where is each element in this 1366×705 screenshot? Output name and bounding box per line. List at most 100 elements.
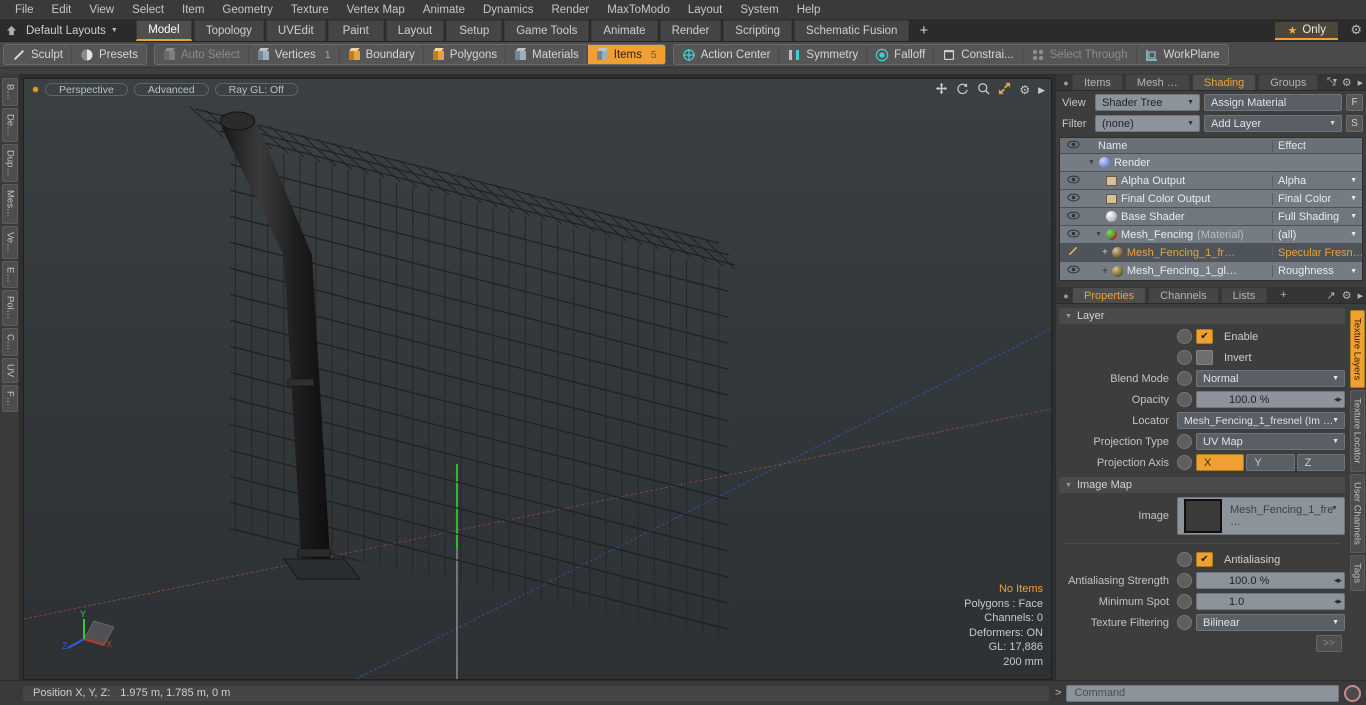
invert-anim-dot[interactable] [1177,350,1192,365]
gear-icon[interactable]: ⚙ [1342,289,1352,302]
menu-item-edit[interactable]: Edit [43,0,81,20]
menu-item-system[interactable]: System [731,0,787,20]
tab-items[interactable]: Items [1072,74,1123,90]
table-row[interactable]: Alpha Output Alpha ▼ [1060,172,1362,190]
left-rail-tab-edge[interactable]: E… [1,260,18,289]
menu-item-geometry[interactable]: Geometry [213,0,282,20]
axis-y-button[interactable]: Y [1246,454,1295,471]
row-visibility-toggle[interactable] [1060,211,1086,223]
more-options-button[interactable]: >> [1316,635,1342,652]
invert-checkbox[interactable]: ✔ [1196,350,1213,365]
left-rail-tab-basic[interactable]: B… [1,78,18,106]
expander-icon[interactable]: ▼ [1088,159,1095,166]
projection-axis-anim-dot[interactable] [1177,455,1192,470]
default-layouts-dropdown[interactable]: Default Layouts ▼ [22,20,128,41]
viewport-raygl-dropdown[interactable]: Ray GL: Off [214,82,298,96]
presets-button[interactable]: Presets [72,45,146,64]
row-edit-toggle[interactable] [1060,245,1086,260]
menu-item-texture[interactable]: Texture [282,0,338,20]
opacity-anim-dot[interactable] [1177,392,1192,407]
add-tab-button[interactable]: + [911,20,936,41]
vertices-button[interactable]: Vertices 1 [249,45,340,64]
row-visibility-toggle[interactable] [1060,229,1086,241]
tab-groups[interactable]: Groups [1258,74,1319,90]
expander-icon[interactable]: + [1102,247,1108,258]
left-rail-tab-mesh[interactable]: Mes… [1,184,18,224]
fit-icon[interactable] [998,82,1011,98]
assign-material-button[interactable]: Assign Material [1204,94,1342,111]
menu-item-help[interactable]: Help [788,0,830,20]
menu-item-select[interactable]: Select [123,0,173,20]
row-effect-cell[interactable]: Alpha ▼ [1272,174,1362,187]
image-map-section-header[interactable]: ▼ Image Map [1059,477,1345,493]
shader-view-dropdown[interactable]: Shader Tree ▼ [1095,94,1200,111]
3d-viewport[interactable]: Perspective Advanced Ray GL: Off ⚙ ▶ X Y… [23,78,1052,680]
tab-render[interactable]: Render [659,20,722,41]
tab-topology[interactable]: Topology [193,20,264,41]
axis-z-button[interactable]: Z [1296,454,1345,471]
left-rail-tab-fusion[interactable]: F… [1,385,18,413]
constraint-button[interactable]: Constrai... [934,45,1023,64]
viewport-menu-dot-icon[interactable] [32,85,39,93]
move-icon[interactable] [935,82,948,98]
menu-item-item[interactable]: Item [173,0,213,20]
f-button[interactable]: F [1346,94,1363,111]
menu-item-animate[interactable]: Animate [414,0,474,20]
symmetry-button[interactable]: Symmetry [779,45,868,64]
tab-game-tools[interactable]: Game Tools [504,20,590,41]
projection-type-dropdown[interactable]: UV Map ▼ [1196,433,1345,450]
image-thumbnail[interactable] [1184,499,1222,533]
left-rail-tab-polygon[interactable]: Pol… [1,290,18,326]
enable-checkbox[interactable]: ✔ [1196,329,1213,344]
antialiasing-checkbox[interactable]: ✔ [1196,552,1213,567]
action-center-button[interactable]: Action Center [674,45,780,64]
projection-type-anim-dot[interactable] [1177,434,1192,449]
play-icon[interactable]: ▶ [1038,85,1045,96]
home-icon[interactable] [0,20,22,41]
spinner-icon[interactable]: ◂▸ [1334,394,1342,405]
aa-strength-anim-dot[interactable] [1177,573,1192,588]
s-button[interactable]: S [1346,115,1363,132]
tab-setup[interactable]: Setup [446,20,503,41]
aa-strength-input[interactable]: 100.0 % ◂▸ [1196,572,1345,589]
spinner-icon[interactable]: ◂▸ [1334,575,1342,586]
side-tab-texture-locator[interactable]: Texture Locator [1349,390,1365,472]
tab-shading[interactable]: Shading [1191,74,1257,90]
zoom-icon[interactable] [977,82,990,98]
falloff-button[interactable]: Falloff [867,45,935,64]
menu-item-view[interactable]: View [80,0,123,20]
expand-icon[interactable]: ⤡ [1327,76,1336,89]
polygons-button[interactable]: Polygons [424,45,507,64]
tab-channels[interactable]: Channels [1148,287,1219,303]
menu-item-render[interactable]: Render [542,0,598,20]
more-icon[interactable]: ▶ [1358,79,1363,87]
blend-mode-anim-dot[interactable] [1177,371,1192,386]
table-row[interactable]: ▼ Mesh_Fencing (Material) (all) ▼ [1060,226,1362,244]
expand-icon[interactable]: ↗ [1327,289,1336,302]
antialiasing-anim-dot[interactable] [1177,552,1192,567]
minimum-spot-input[interactable]: 1.0 ◂▸ [1196,593,1345,610]
tab-paint[interactable]: Paint [327,20,384,41]
tab-lists[interactable]: Lists [1220,287,1268,303]
spinner-icon[interactable]: ◂▸ [1334,596,1342,607]
texture-filtering-anim-dot[interactable] [1177,615,1192,630]
sculpt-button[interactable]: Sculpt [4,45,72,64]
gear-icon[interactable]: ⚙ [1019,83,1030,97]
only-toggle-button[interactable]: ★ Only [1275,22,1338,40]
panel-menu-icon[interactable]: ● [1060,78,1072,90]
table-row[interactable]: + Mesh_Fencing_1_gl… Roughness ▼ [1060,262,1362,280]
tab-model[interactable]: Model [135,20,192,41]
axis-x-button[interactable]: X [1196,454,1245,471]
gear-icon[interactable]: ⚙ [1350,22,1362,38]
workplane-button[interactable]: WorkPlane [1137,45,1228,64]
left-rail-tab-curve[interactable]: C… [1,327,18,356]
viewport-projection-dropdown[interactable]: Perspective [45,82,128,96]
menu-item-vertex-map[interactable]: Vertex Map [338,0,414,20]
enable-anim-dot[interactable] [1177,329,1192,344]
row-effect-cell[interactable]: Specular Fresn… [1272,246,1362,259]
left-rail-tab-duplicate[interactable]: Dup… [1,143,18,183]
menu-item-dynamics[interactable]: Dynamics [474,0,542,20]
locator-dropdown[interactable]: Mesh_Fencing_1_fresnel (Im … ▼ [1177,412,1345,429]
row-effect-cell[interactable]: Roughness ▼ [1272,265,1362,277]
expander-icon[interactable]: + [1102,266,1108,277]
